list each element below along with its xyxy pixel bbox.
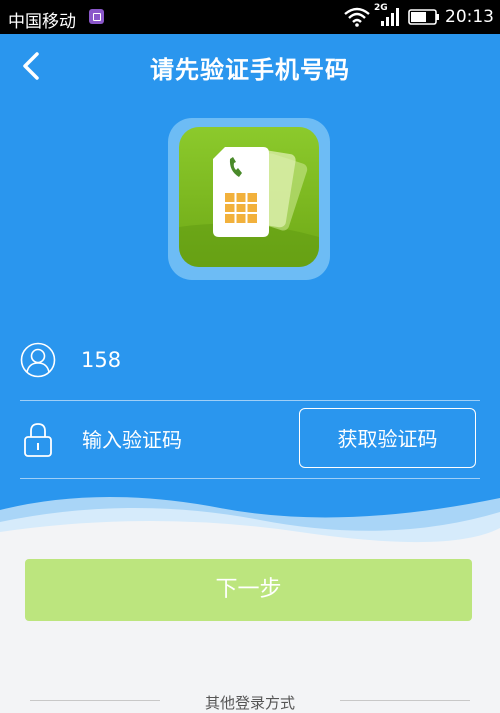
app-logo [168,118,330,280]
signal-strength-icon [381,8,399,26]
battery-icon [408,9,439,25]
phone-number-row[interactable]: 158 [0,322,500,400]
verification-code-input[interactable] [80,419,284,461]
notification-app-icon [89,9,104,24]
carrier-name: 中国移动 [8,12,76,32]
status-bar: 中国移动 2G 20:13 [0,0,500,34]
get-code-button[interactable]: 获取验证码 [299,408,476,468]
status-time: 20:13 [445,7,494,27]
phone-number-value: 158 [81,348,122,372]
user-icon [20,342,56,378]
code-divider [20,478,480,479]
page-title: 请先验证手机号码 [150,56,350,84]
verification-code-row: 获取验证码 [0,401,500,477]
lock-icon [24,423,52,457]
sim-card-phone-icon [179,127,319,267]
wifi-icon [344,7,370,27]
wave-decoration [0,496,500,550]
next-step-button[interactable]: 下一步 [25,559,472,621]
